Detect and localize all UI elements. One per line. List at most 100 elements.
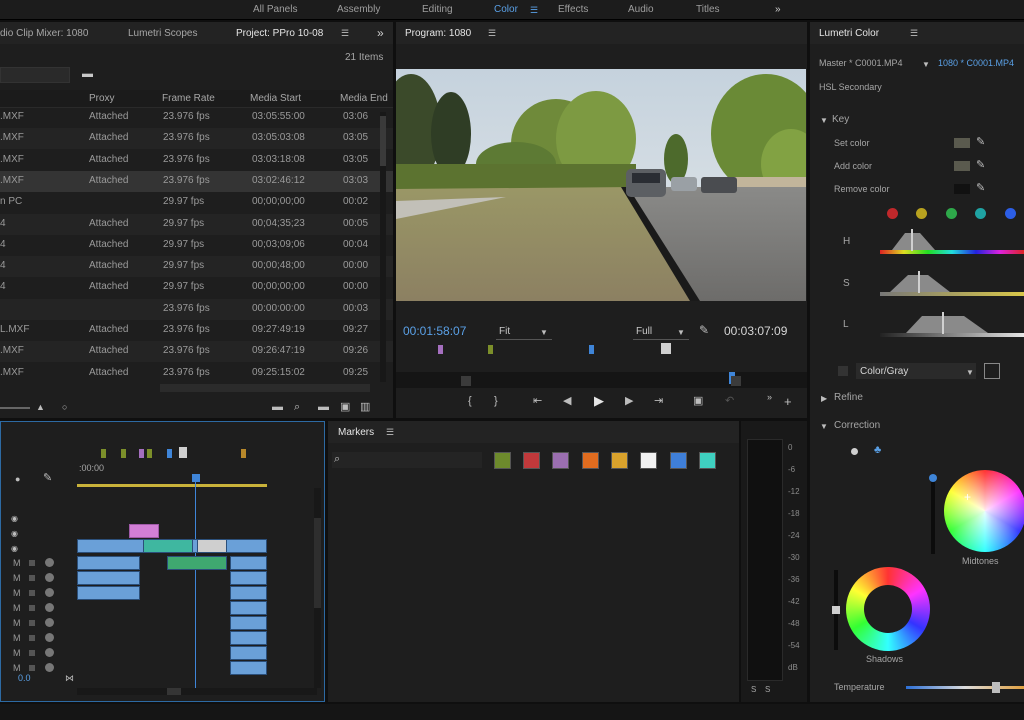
video-clip[interactable] — [129, 524, 159, 538]
solo-button[interactable] — [29, 665, 35, 671]
timeline-marker[interactable] — [121, 449, 126, 458]
shadows-slider[interactable] — [832, 570, 840, 650]
refine-section-label[interactable]: Refine — [834, 392, 863, 403]
tab-lumetri-scopes[interactable]: Lumetri Scopes — [128, 28, 197, 39]
out-point-handle[interactable] — [731, 376, 741, 386]
marker-filter-yellow[interactable] — [611, 452, 628, 469]
workspace-color[interactable]: Color — [494, 4, 518, 15]
audio-clip[interactable] — [230, 556, 267, 570]
mark-in-icon[interactable]: { — [468, 396, 472, 407]
track-volume-knob[interactable] — [45, 633, 54, 642]
table-row[interactable]: L.MXF Attached 23.976 fps 09:27:49:19 09:27 — [0, 320, 393, 341]
tab-project[interactable]: Project: PPro 10-08 — [236, 28, 323, 39]
timeline-marker[interactable] — [241, 449, 246, 458]
audio-clip[interactable] — [230, 601, 267, 615]
workspace-assembly[interactable]: Assembly — [337, 4, 380, 15]
mark-out-icon[interactable]: } — [494, 396, 498, 407]
new-bin-icon[interactable]: ▬ — [272, 402, 283, 413]
program-monitor-title[interactable]: Program: 1080 — [405, 28, 471, 39]
new-bin-folder-icon[interactable]: ▬ — [82, 69, 93, 80]
timeline-v-scrollbar[interactable] — [314, 488, 321, 688]
solo-button[interactable] — [29, 650, 35, 656]
marker-filter-purple[interactable] — [552, 452, 569, 469]
video-clip[interactable] — [197, 539, 227, 553]
single-wheel-mode-icon[interactable] — [851, 448, 858, 455]
workspace-editing[interactable]: Editing — [422, 4, 453, 15]
timeline-marker[interactable] — [167, 449, 172, 458]
snap-icon[interactable]: ● — [15, 474, 20, 485]
workspace-more-button[interactable]: » — [775, 4, 781, 15]
fit-timeline-icon[interactable]: ⋈ — [65, 673, 74, 684]
program-menu-icon[interactable]: ☰ — [488, 28, 496, 39]
marker-filter-orange[interactable] — [582, 452, 599, 469]
camera-export-frame-icon[interactable]: ▣ — [693, 396, 703, 407]
timeline-v-scrollbar-thumb[interactable] — [314, 518, 321, 608]
track-volume-knob[interactable] — [45, 648, 54, 657]
midtones-color-wheel[interactable]: + — [944, 470, 1024, 552]
audio-clip[interactable] — [77, 556, 140, 570]
column-media-end[interactable]: Media End — [340, 93, 388, 104]
track-eye-icon[interactable]: ◉ — [11, 543, 18, 554]
mute-button[interactable]: M — [13, 633, 21, 643]
preset-blue-dot[interactable] — [1005, 208, 1016, 219]
track-volume-knob[interactable] — [45, 573, 54, 582]
mute-button[interactable]: M — [13, 603, 21, 613]
find-icon[interactable]: ⌕ — [294, 402, 300, 413]
zoom-select[interactable]: Fit ▼ — [496, 324, 552, 340]
table-row[interactable]: .MXF Attached 23.976 fps 03:05:55:00 03:06 — [0, 107, 393, 128]
timeline-h-scrollbar-thumb[interactable] — [167, 688, 181, 695]
solo-button[interactable] — [29, 575, 35, 581]
table-row[interactable]: .MXF Attached 23.976 fps 03:03:18:08 03:05 — [0, 150, 393, 171]
marker-green[interactable] — [488, 345, 493, 354]
eyedropper-minus-icon[interactable]: ✎ — [976, 183, 985, 194]
current-timecode[interactable]: 00:01:58:07 — [403, 324, 466, 338]
temperature-slider-handle[interactable] — [992, 682, 1000, 693]
table-row[interactable]: 4 Attached 29.97 fps 00;00;00;00 00:00 — [0, 277, 393, 298]
mute-button[interactable]: M — [13, 663, 21, 673]
marker-white[interactable] — [661, 343, 671, 354]
mute-button[interactable]: M — [13, 618, 21, 628]
markers-title[interactable]: Markers — [338, 427, 374, 438]
track-volume-knob[interactable] — [45, 618, 54, 627]
zoom-mountain-icon[interactable]: ▲ — [36, 402, 45, 413]
workspace-menu-icon[interactable]: ☰ — [530, 5, 538, 16]
markers-search-input[interactable]: ⌕ — [332, 452, 482, 468]
zoom-circle-icon[interactable]: ○ — [62, 402, 67, 413]
workspace-titles[interactable]: Titles — [696, 4, 720, 15]
search-input[interactable] — [0, 67, 70, 83]
audio-clip[interactable] — [230, 661, 267, 675]
mute-button[interactable]: M — [13, 588, 21, 598]
master-clip-label[interactable]: Master * C0001.MP4 — [819, 58, 903, 68]
lumetri-title[interactable]: Lumetri Color — [819, 28, 879, 39]
key-expand-icon[interactable]: ▼ — [820, 115, 828, 126]
timeline-marker[interactable] — [101, 449, 106, 458]
mute-button[interactable]: M — [13, 573, 21, 583]
timeline-h-scrollbar[interactable] — [77, 688, 317, 695]
add-button-icon[interactable]: + — [784, 395, 792, 408]
audio-clip[interactable] — [77, 586, 140, 600]
eyedropper-icon[interactable]: ✎ — [976, 137, 985, 148]
timeline-marker[interactable] — [139, 449, 144, 458]
track-eye-icon[interactable]: ◉ — [11, 513, 18, 524]
hue-key-handle[interactable] — [890, 227, 940, 251]
track-volume-knob[interactable] — [45, 663, 54, 672]
table-row[interactable]: .MXF Attached 23.976 fps 03:02:46:12 03:03 — [0, 170, 393, 192]
remove-color-swatch[interactable] — [954, 184, 970, 194]
wrench-settings-icon[interactable]: ✎ — [699, 324, 709, 336]
invert-mask-icon[interactable] — [984, 363, 1000, 379]
set-color-swatch[interactable] — [954, 138, 970, 148]
table-row[interactable]: .MXF Attached 23.976 fps 09:26:47:19 09:26 — [0, 341, 393, 363]
audio-clip[interactable] — [230, 571, 267, 585]
panel-menu-icon[interactable]: ☰ — [341, 28, 349, 39]
show-mask-checkbox[interactable] — [838, 366, 848, 376]
table-row[interactable]: 23.976 fps 00:00:00:00 00:03 — [0, 298, 393, 320]
solo-button[interactable] — [29, 590, 35, 596]
solo-left-button[interactable]: S — [751, 685, 756, 694]
video-clip[interactable] — [143, 539, 193, 553]
temperature-slider[interactable] — [906, 682, 1024, 693]
table-row[interactable]: .MXF Attached 23.976 fps 09:25:15:02 09:25 — [0, 363, 393, 384]
shadows-color-wheel[interactable] — [846, 567, 930, 651]
program-video-frame[interactable] — [396, 69, 806, 301]
track-volume-knob[interactable] — [45, 558, 54, 567]
preset-yellow-dot[interactable] — [916, 208, 927, 219]
